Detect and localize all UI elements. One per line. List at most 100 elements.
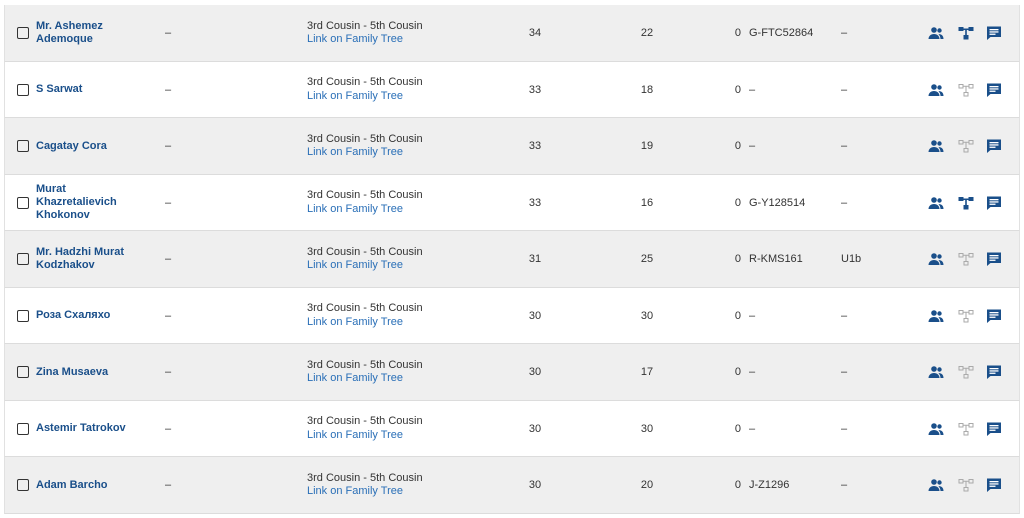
action-icons — [925, 175, 1015, 230]
match-name-link[interactable]: Adam Barcho — [36, 457, 136, 513]
family-tree-link[interactable]: Link on Family Tree — [307, 429, 403, 443]
family-tree-icon[interactable] — [958, 421, 974, 437]
select-checkbox[interactable] — [17, 366, 29, 378]
select-checkbox[interactable] — [17, 27, 29, 39]
family-tree-icon[interactable] — [958, 251, 974, 267]
family-tree-icon[interactable] — [958, 308, 974, 324]
relationship-cell: 3rd Cousin - 5th Cousin Link on Family Tr… — [307, 288, 467, 343]
note-icon[interactable] — [986, 364, 1002, 380]
action-icons — [925, 457, 1015, 513]
relationship-cell: 3rd Cousin - 5th Cousin Link on Family Tr… — [307, 62, 467, 117]
shared-cm: 30 — [528, 422, 542, 435]
family-tree-icon[interactable] — [958, 195, 974, 211]
relationship-range: 3rd Cousin - 5th Cousin — [307, 76, 423, 88]
note-icon[interactable] — [986, 421, 1002, 437]
shared-cm: 30 — [528, 309, 542, 322]
relationship-dash: – — [165, 140, 172, 152]
people-icon[interactable] — [928, 138, 944, 154]
relationship-cell: 3rd Cousin - 5th Cousin Link on Family Tr… — [307, 231, 467, 287]
y-dna-haplogroup: J-Z1296 — [749, 479, 790, 491]
table-row: Astemir Tatrokov – 3rd Cousin - 5th Cousin… — [4, 401, 1020, 457]
people-icon[interactable] — [928, 82, 944, 98]
family-tree-icon[interactable] — [958, 477, 974, 493]
family-tree-link[interactable]: Link on Family Tree — [307, 316, 403, 330]
x-match: 0 — [734, 309, 741, 322]
relationship-cell: 3rd Cousin - 5th Cousin Link on Family Tr… — [307, 457, 467, 513]
relationship-dash: – — [165, 479, 172, 491]
select-checkbox[interactable] — [17, 196, 29, 209]
people-icon[interactable] — [928, 308, 944, 324]
relationship-cell: 3rd Cousin - 5th Cousin Link on Family Tr… — [307, 401, 467, 456]
people-icon[interactable] — [928, 364, 944, 380]
mt-dna-haplogroup: – — [841, 196, 848, 209]
family-tree-link[interactable]: Link on Family Tree — [307, 259, 403, 273]
y-dna-haplogroup: – — [749, 83, 756, 96]
table-row: Adam Barcho – 3rd Cousin - 5th Cousin Link … — [4, 457, 1020, 514]
select-checkbox[interactable] — [17, 83, 29, 96]
longest-block: 25 — [640, 253, 654, 265]
people-icon[interactable] — [928, 251, 944, 267]
match-name-link[interactable]: Mr. Hadzhi Murat Kodzhakov — [36, 231, 136, 287]
family-tree-link[interactable]: Link on Family Tree — [307, 33, 403, 47]
people-icon[interactable] — [928, 195, 944, 211]
family-tree-link[interactable]: Link on Family Tree — [307, 372, 403, 386]
family-tree-link[interactable]: Link on Family Tree — [307, 485, 403, 499]
shared-cm: 30 — [528, 479, 542, 491]
select-checkbox[interactable] — [17, 253, 29, 265]
match-name-link[interactable]: Zina Musaeva — [36, 344, 136, 400]
family-tree-link[interactable]: Link on Family Tree — [307, 90, 403, 104]
note-icon[interactable] — [986, 25, 1002, 41]
relationship-cell: 3rd Cousin - 5th Cousin Link on Family Tr… — [307, 344, 467, 400]
action-icons — [925, 231, 1015, 287]
table-row: Cagatay Cora – 3rd Cousin - 5th Cousin Link… — [4, 118, 1020, 175]
family-tree-link[interactable]: Link on Family Tree — [307, 203, 403, 217]
note-icon[interactable] — [986, 138, 1002, 154]
note-icon[interactable] — [986, 251, 1002, 267]
note-icon[interactable] — [986, 195, 1002, 211]
family-tree-icon[interactable] — [958, 25, 974, 41]
match-name-link[interactable]: Murat Khazretalievich Khokonov — [36, 175, 136, 230]
longest-block: 19 — [640, 140, 654, 152]
mt-dna-haplogroup: – — [841, 140, 848, 152]
match-name-link[interactable]: S Sarwat — [36, 62, 136, 117]
relationship-range: 3rd Cousin - 5th Cousin — [307, 245, 423, 258]
longest-block: 22 — [640, 27, 654, 39]
family-tree-icon[interactable] — [958, 364, 974, 380]
x-match: 0 — [734, 140, 741, 152]
note-icon[interactable] — [986, 477, 1002, 493]
x-match: 0 — [734, 479, 741, 491]
relationship-dash: – — [165, 27, 172, 39]
mt-dna-haplogroup: – — [841, 27, 848, 39]
match-name-link[interactable]: Mr. Ashemez Ademoque — [36, 5, 136, 61]
mt-dna-haplogroup: – — [841, 422, 848, 435]
relationship-cell: 3rd Cousin - 5th Cousin Link on Family Tr… — [307, 118, 467, 174]
relationship-dash: – — [165, 422, 172, 435]
select-checkbox[interactable] — [17, 422, 29, 435]
table-row: S Sarwat – 3rd Cousin - 5th Cousin Link on … — [4, 62, 1020, 118]
shared-cm: 30 — [528, 366, 542, 378]
family-tree-icon[interactable] — [958, 138, 974, 154]
people-icon[interactable] — [928, 477, 944, 493]
note-icon[interactable] — [986, 308, 1002, 324]
note-icon[interactable] — [986, 82, 1002, 98]
match-name-link[interactable]: Роза Схаляхо — [36, 288, 136, 343]
action-icons — [925, 401, 1015, 456]
match-name-link[interactable]: Cagatay Cora — [36, 118, 136, 174]
select-checkbox[interactable] — [17, 479, 29, 491]
relationship-range: 3rd Cousin - 5th Cousin — [307, 189, 423, 201]
match-name-link[interactable]: Astemir Tatrokov — [36, 401, 136, 456]
people-icon[interactable] — [928, 25, 944, 41]
people-icon[interactable] — [928, 421, 944, 437]
family-tree-icon[interactable] — [958, 82, 974, 98]
longest-block: 18 — [640, 83, 654, 96]
x-match: 0 — [734, 253, 741, 265]
select-checkbox[interactable] — [17, 309, 29, 322]
shared-cm: 33 — [528, 83, 542, 96]
x-match: 0 — [734, 83, 741, 96]
shared-cm: 31 — [528, 253, 542, 265]
relationship-range: 3rd Cousin - 5th Cousin — [307, 415, 423, 427]
x-match: 0 — [734, 366, 741, 378]
relationship-range: 3rd Cousin - 5th Cousin — [307, 19, 423, 32]
family-tree-link[interactable]: Link on Family Tree — [307, 146, 403, 160]
select-checkbox[interactable] — [17, 140, 29, 152]
